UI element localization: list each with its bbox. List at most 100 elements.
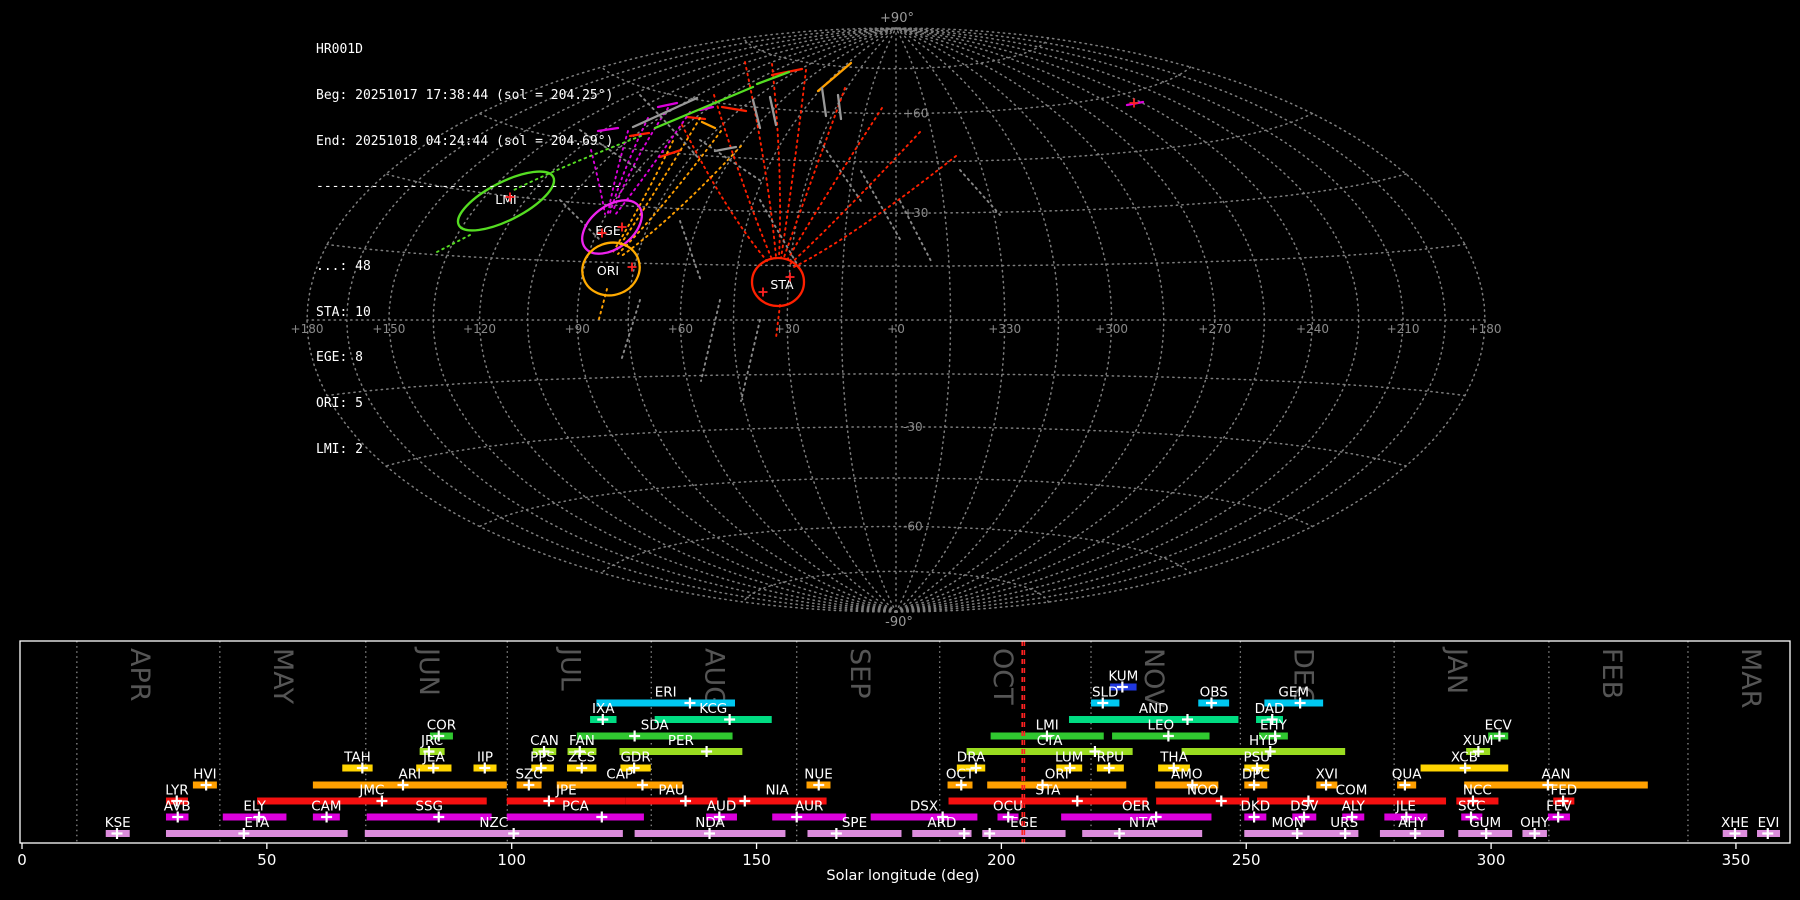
bar-label-ehy: EHY [1260, 718, 1288, 734]
activity-bar-spe [807, 830, 902, 837]
month-label: NOV [1138, 648, 1169, 708]
bar-label-aan: AAN [1542, 767, 1571, 783]
bar-label-obs: OBS [1200, 685, 1228, 701]
peak-marker-ege [984, 828, 996, 839]
bar-label-spe: SPE [842, 815, 867, 831]
activity-bar-pca [506, 813, 644, 821]
meteor-trail [959, 169, 1001, 216]
bar-label-and: AND [1139, 701, 1169, 717]
longitude-label: +60 [668, 322, 693, 336]
radiant-map-and-timeline-plot: +180 +150 +120 +90 +60 +30 +0 +330 +300 +270 +240 +… [17, 11, 1791, 884]
x-tick-label: 300 [1477, 851, 1506, 869]
meteor-counts: ...: 48 STA: 10 EGE: 8 ORI: 5 LMI: 2 [316, 229, 621, 487]
bar-label-com: COM [1336, 783, 1368, 799]
timeline-row-red: LYR JMC JPE PAU NIA STA NOO COM NCC FED [165, 783, 1577, 807]
peak-marker-eri [684, 697, 696, 709]
bar-label-jpe: JPE [555, 783, 577, 799]
latitude-label: -60 [903, 519, 923, 533]
radiant-cross [1129, 98, 1139, 108]
radiant-cross [758, 287, 768, 297]
month-label: OCT [987, 648, 1018, 705]
bar-label-sta: STA [1035, 783, 1061, 799]
bar-label-jrc: JRC [420, 733, 443, 749]
bar-label-hvi: HVI [193, 767, 216, 783]
longitude-label: +270 [1198, 322, 1231, 336]
activity-bar-leo [1112, 732, 1210, 740]
month-label: JAN [1441, 646, 1472, 694]
count-sta: STA: 10 [316, 304, 371, 320]
month-label: APR [124, 648, 155, 702]
activity-bar-noo [1156, 797, 1250, 805]
peak-marker-nta [1113, 828, 1125, 839]
activity-bar-mon [1244, 830, 1331, 837]
longitude-label: +0 [887, 322, 905, 336]
bar-label-dkd: DKD [1240, 799, 1270, 815]
x-tick-label: 50 [257, 851, 276, 869]
bar-label-gem: GEM [1278, 685, 1309, 701]
bar-label-fan: FAN [569, 733, 595, 749]
meteor-trail [771, 63, 782, 258]
bar-label-nzc: NZC [479, 815, 508, 831]
count-lmi: LMI: 2 [316, 441, 363, 457]
meteor-trail [785, 107, 883, 263]
month-label: JUL [554, 646, 585, 691]
activity-bar-kcg [654, 716, 772, 723]
bar-label-leo: LEO [1147, 718, 1174, 734]
bar-label-sda: SDA [641, 718, 670, 734]
month-label: FEB [1596, 648, 1627, 699]
x-tick-label: 200 [987, 851, 1016, 869]
longitude-label: +240 [1296, 322, 1329, 336]
bar-label-eri: ERI [655, 685, 677, 701]
parallel-line [742, 570, 1050, 603]
activity-bar-nta [1082, 830, 1203, 837]
station-id: HR001D [316, 42, 363, 58]
timeline-row-violet: KSEETANZCNDASPEARDEGENTAMONURSAHYGUMOHYX… [105, 815, 1781, 839]
bar-label-dsx: DSX [910, 799, 938, 815]
month-label: SEP [844, 648, 875, 698]
bar-label-ncc: NCC [1463, 783, 1492, 799]
meteor-trail [619, 145, 742, 258]
peak-marker-pca [596, 811, 608, 823]
activity-bar-pau [625, 797, 718, 805]
meteor-station-screen: +180 +150 +120 +90 +60 +30 +0 +330 +300 +270 +240 +… [0, 0, 1800, 900]
bar-label-ely: ELY [243, 799, 266, 815]
peak-marker-cap [636, 779, 648, 791]
bar-label-aud: AUD [707, 799, 737, 815]
activity-bar-dsx [870, 813, 978, 821]
bar-label-hyd: HYD [1249, 733, 1278, 749]
bar-label-aur: AUR [795, 799, 824, 815]
x-tick-label: 250 [1232, 851, 1261, 869]
bar-label-cap: CAP [606, 767, 633, 783]
count-ori: ORI: 5 [316, 396, 363, 412]
meteor-trail [740, 319, 761, 402]
month-label: JUN [413, 646, 444, 696]
begin-time-line: Beg: 20251017 17:38:44 (sol = 204.25°) [316, 88, 614, 104]
peak-marker-ard [958, 828, 970, 839]
bar-label-cor: COR [427, 718, 456, 734]
meteor-trail [720, 105, 748, 113]
bar-label-ori: ORI [1045, 767, 1069, 783]
peak-marker-per [701, 746, 713, 757]
activity-bar-sda [576, 732, 733, 740]
bar-label-dra: DRA [957, 750, 986, 766]
bar-label-rpu: RPU [1097, 750, 1124, 766]
bar-label-qua: QUA [1392, 767, 1423, 783]
bar-label-noo: NOO [1187, 783, 1218, 799]
bar-label-per: PER [668, 733, 694, 749]
bar-label-aly: ALY [1342, 799, 1366, 815]
count-sporadic: ...: 48 [316, 259, 371, 275]
separator-line: --------------------------------------- [316, 179, 622, 195]
activity-bar-ari [312, 781, 507, 789]
longitude-label: +210 [1387, 322, 1420, 336]
end-time-line: End: 20251018 04:24:44 (sol = 204.69°) [316, 133, 614, 149]
month-label: MAY [267, 648, 298, 705]
meteor-trail [700, 299, 721, 382]
bar-label-pau: PAU [658, 783, 684, 799]
meridian-line [627, 27, 897, 613]
activity-bar-nzc [364, 830, 623, 837]
x-tick-label: 150 [742, 851, 771, 869]
observation-info-block: HR001D Beg: 20251017 17:38:44 (sol = 204… [316, 12, 621, 518]
meteor-trail [713, 145, 738, 153]
longitude-label: +300 [1095, 322, 1128, 336]
bar-label-fev: FEV [1546, 799, 1572, 815]
